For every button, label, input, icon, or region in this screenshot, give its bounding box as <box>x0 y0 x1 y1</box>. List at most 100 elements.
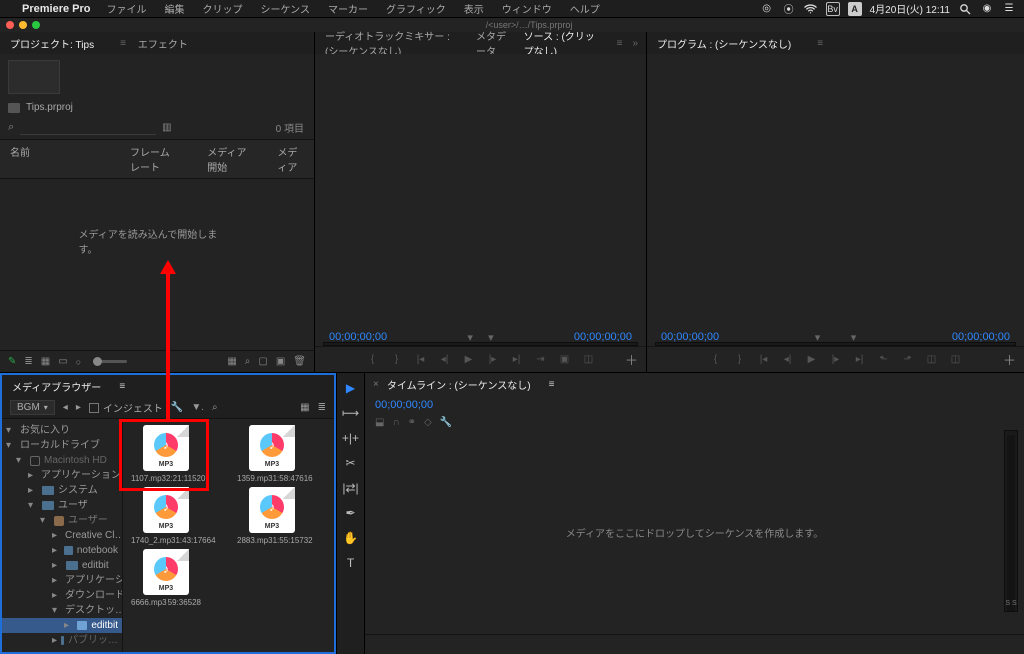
search-icon[interactable]: ⌕ <box>212 402 218 413</box>
nav-fwd-icon[interactable]: ▸ <box>76 402 81 413</box>
media-folder-dropdown[interactable]: BGM▾ <box>10 400 55 415</box>
menu-file[interactable]: ファイル <box>104 0 148 18</box>
spotlight-icon[interactable] <box>958 2 972 16</box>
extract-icon[interactable]: ⬏ <box>901 354 915 365</box>
type-tool-icon[interactable]: T <box>342 554 360 572</box>
go-out-icon[interactable]: ▸| <box>853 354 867 365</box>
mark-in-icon[interactable]: { <box>366 354 380 365</box>
step-fwd-icon[interactable]: |▸ <box>829 354 843 365</box>
project-search-input[interactable] <box>20 119 156 135</box>
find-icon[interactable]: ⌕ <box>245 356 251 367</box>
thumbnail-view-icon[interactable]: ▦ <box>300 402 309 413</box>
button-editor-icon[interactable]: ＋ <box>625 350 638 369</box>
play-icon[interactable]: ▶ <box>462 354 476 365</box>
export-frame-icon[interactable]: ◫ <box>582 354 596 365</box>
menubar-datetime[interactable]: 4月20日(火) 12:11 <box>870 1 950 16</box>
tree-folder[interactable]: ▸システム <box>2 483 122 498</box>
siri-icon[interactable]: ◉ <box>980 2 994 16</box>
compare-icon[interactable]: ◫ <box>949 354 963 365</box>
insert-icon[interactable]: ⇥ <box>534 354 548 365</box>
go-out-icon[interactable]: ▸| <box>510 354 524 365</box>
thumbnail-size-slider[interactable] <box>93 360 127 363</box>
menu-window[interactable]: ウィンドウ <box>500 0 554 18</box>
menu-help[interactable]: ヘルプ <box>568 0 602 18</box>
col-media-start[interactable]: メディア開始 <box>207 144 247 174</box>
auto-sequence-icon[interactable]: ▦ <box>227 356 236 367</box>
razor-tool-icon[interactable]: ✂ <box>342 454 360 472</box>
mark-out-icon[interactable]: } <box>390 354 404 365</box>
menu-sequence[interactable]: シーケンス <box>258 0 312 18</box>
overwrite-icon[interactable]: ▣ <box>558 354 572 365</box>
tree-folder[interactable]: ▾デスクトッ… <box>2 603 122 618</box>
tab-program[interactable]: プログラム : (シーケンスなし) <box>655 34 803 53</box>
tree-drive[interactable]: ▾Macintosh HD <box>2 453 122 468</box>
snap-icon[interactable]: ∩ <box>392 417 399 428</box>
menu-edit[interactable]: 編集 <box>162 0 186 18</box>
tab-project[interactable]: プロジェクト: Tips <box>8 34 106 53</box>
filter-icon[interactable]: ▼. <box>191 402 204 413</box>
close-window-button[interactable] <box>6 21 14 29</box>
write-enable-icon[interactable]: ✎ <box>8 356 16 367</box>
media-item[interactable]: ♪MP3 2883.mp31:55:15732 <box>235 487 309 545</box>
go-in-icon[interactable]: |◂ <box>414 354 428 365</box>
delete-icon[interactable]: 🗑 <box>293 356 306 367</box>
nav-back-icon[interactable]: ◂ <box>63 402 68 413</box>
mark-out-icon[interactable]: } <box>733 354 747 365</box>
media-item[interactable]: ♪MP3 6666.mp359:36528 <box>129 549 203 607</box>
notification-center-icon[interactable]: ☰ <box>1002 2 1016 16</box>
list-view-icon[interactable]: ≣ <box>24 356 32 367</box>
list-view-icon[interactable]: ≣ <box>318 402 326 413</box>
tree-folder[interactable]: ▸editbit <box>2 558 122 573</box>
icon-view-icon[interactable]: ▦ <box>41 356 50 367</box>
bin-filter-icon[interactable]: ▥ <box>162 122 171 133</box>
menu-graphic[interactable]: グラフィック <box>384 0 448 18</box>
battery-icon[interactable]: Bv <box>826 2 840 16</box>
tree-folder[interactable]: ▾ユーザ <box>2 498 122 513</box>
tree-folder[interactable]: ▸アプリケーシ… <box>2 573 122 588</box>
status-icon[interactable]: ◎ <box>760 2 774 16</box>
wrench-icon[interactable]: 🔧 <box>171 402 183 413</box>
media-item[interactable]: ♪MP3 1359.mp31:58:47616 <box>235 425 309 483</box>
col-name[interactable]: 名前 <box>10 144 100 174</box>
tree-folder[interactable]: ▸パブリッ… <box>2 633 122 648</box>
menu-clip[interactable]: クリップ <box>200 0 244 18</box>
wifi-icon[interactable] <box>804 2 818 16</box>
panel-menu-icon[interactable]: ≡ <box>549 379 555 390</box>
settings-icon[interactable]: 🔧 <box>440 417 452 428</box>
link-icon[interactable]: ⚭ <box>408 417 416 428</box>
step-fwd-icon[interactable]: |▸ <box>486 354 500 365</box>
panel-menu-icon[interactable]: ≡ <box>119 381 125 392</box>
freeform-view-icon[interactable]: ▭ <box>58 356 67 367</box>
search-icon[interactable]: ⌕ <box>8 121 14 134</box>
marker-icon[interactable]: ◇ <box>424 417 432 428</box>
panel-menu-icon[interactable]: ≡ <box>120 38 126 49</box>
zoom-window-button[interactable] <box>32 21 40 29</box>
hand-tool-icon[interactable]: ✋ <box>342 529 360 547</box>
record-icon[interactable]: ⦿ <box>782 2 796 16</box>
go-in-icon[interactable]: |◂ <box>757 354 771 365</box>
button-editor-icon[interactable]: ＋ <box>1003 350 1016 369</box>
slip-tool-icon[interactable]: |⇄| <box>342 479 360 497</box>
col-framerate[interactable]: フレームレート <box>130 144 177 174</box>
tree-folder[interactable]: ▸notebook <box>2 543 122 558</box>
timeline-close-icon[interactable]: × <box>373 379 379 390</box>
media-item[interactable]: ♪MP3 1107.mp32:21:11520 <box>129 425 203 483</box>
input-source-icon[interactable]: A <box>848 2 862 16</box>
lift-icon[interactable]: ⬑ <box>877 354 891 365</box>
ingest-checkbox[interactable]: インジェスト <box>89 400 163 415</box>
step-back-icon[interactable]: ◂| <box>781 354 795 365</box>
track-select-tool-icon[interactable]: ⟼ <box>342 404 360 422</box>
new-bin-icon[interactable]: ▢ <box>258 356 267 367</box>
menu-marker[interactable]: マーカー <box>326 0 370 18</box>
tree-folder-selected[interactable]: ▸editbit <box>2 618 122 633</box>
nest-icon[interactable]: ⬓ <box>375 417 384 428</box>
tree-folder[interactable]: ▸アプリケーション <box>2 468 122 483</box>
export-frame-icon[interactable]: ◫ <box>925 354 939 365</box>
play-icon[interactable]: ▶ <box>805 354 819 365</box>
app-name[interactable]: Premiere Pro <box>22 3 90 15</box>
new-item-icon[interactable]: ▣ <box>276 356 285 367</box>
selection-tool-icon[interactable]: ▶ <box>342 379 360 397</box>
tab-effects[interactable]: エフェクト <box>136 34 190 53</box>
tree-folder[interactable]: ▸ダウンロード <box>2 588 122 603</box>
menu-view[interactable]: 表示 <box>462 0 486 18</box>
